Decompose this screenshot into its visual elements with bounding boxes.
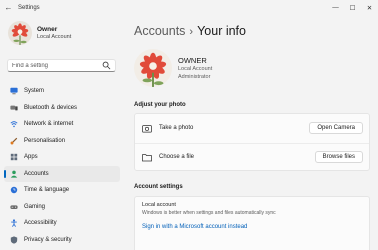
- close-button[interactable]: ✕: [361, 0, 378, 15]
- sidebar-item-label: Time & language: [24, 187, 70, 194]
- sidebar-item-label: Apps: [24, 154, 38, 161]
- folder-icon: [142, 154, 152, 162]
- sidebar-item-privacy-security[interactable]: Privacy & security: [4, 232, 120, 249]
- take-photo-label: Take a photo: [159, 125, 194, 131]
- page-title: Your info: [197, 24, 246, 38]
- microsoft-signin-link[interactable]: Sign in with a Microsoft account instead: [142, 224, 247, 230]
- account-settings-card: Local account Windows is better when set…: [134, 196, 370, 250]
- sidebar-item-label: System: [24, 88, 45, 95]
- search-input[interactable]: [12, 60, 102, 71]
- camera-icon: [142, 125, 152, 133]
- avatar: [8, 21, 32, 45]
- sidebar-item-accounts[interactable]: Accounts: [4, 165, 120, 182]
- sidebar-item-label: Bluetooth & devices: [24, 104, 78, 111]
- breadcrumb: Accounts › Your info: [134, 24, 246, 38]
- bluetooth-icon: [10, 104, 18, 112]
- search-box[interactable]: [7, 59, 116, 72]
- maximize-button[interactable]: ☐: [344, 0, 361, 15]
- network-icon: [10, 120, 18, 128]
- browse-files-button[interactable]: Browse files: [314, 151, 363, 163]
- profile-role: Administrator: [178, 73, 211, 80]
- choose-file-label: Choose a file: [159, 154, 195, 160]
- window-title: Settings: [18, 4, 40, 11]
- adjust-photo-card: Take a photo Open Camera Choose a file B…: [134, 113, 370, 171]
- sidebar-item-time-language[interactable]: Time & language: [4, 182, 120, 199]
- adjust-photo-heading: Adjust your photo: [134, 102, 186, 108]
- sidebar-item-label: Gaming: [24, 203, 46, 210]
- person-icon: [10, 170, 18, 178]
- local-account-title: Local account: [142, 202, 176, 208]
- nav-list: System Bluetooth & devices Network & int…: [4, 83, 120, 248]
- account-settings-heading: Account settings: [134, 184, 183, 190]
- gamepad-icon: [10, 203, 18, 211]
- brush-icon: [10, 137, 18, 145]
- sidebar-item-personalisation[interactable]: Personalisation: [4, 133, 120, 150]
- profile-name: OWNER: [178, 56, 207, 65]
- sidebar-item-label: Accounts: [24, 170, 49, 177]
- profile-info: OWNER Local Account Administrator: [178, 56, 212, 81]
- sidebar-item-label: Network & internet: [24, 121, 74, 128]
- back-arrow-icon[interactable]: ←: [4, 3, 13, 12]
- user-account-type: Local Account: [37, 33, 72, 40]
- window-controls: — ☐ ✕: [327, 0, 378, 15]
- sidebar-item-apps[interactable]: Apps: [4, 149, 120, 166]
- choose-file-row: Choose a file Browse files: [135, 143, 369, 172]
- title-bar: ← Settings — ☐ ✕: [0, 0, 378, 15]
- breadcrumb-parent[interactable]: Accounts: [134, 24, 185, 38]
- user-name: Owner: [37, 25, 58, 33]
- main-content: Accounts ›Your info OWNER Local Account: [124, 15, 378, 250]
- sidebar-item-label: Privacy & security: [24, 236, 72, 243]
- accessibility-icon: [10, 219, 18, 228]
- open-camera-button[interactable]: Open Camera: [309, 122, 363, 134]
- shield-icon: [10, 236, 18, 244]
- sidebar-item-accessibility[interactable]: Accessibility: [4, 215, 120, 232]
- minimize-button[interactable]: —: [327, 0, 344, 15]
- globe-clock-icon: [10, 186, 18, 194]
- local-account-description: Windows is better when settings and file…: [142, 210, 276, 216]
- breadcrumb-separator: ›: [189, 26, 194, 38]
- sidebar-item-bluetooth-devices[interactable]: Bluetooth & devices: [4, 100, 120, 117]
- profile-account-type: Local Account: [178, 66, 213, 72]
- sidebar-item-gaming[interactable]: Gaming: [4, 199, 120, 216]
- sidebar-item-label: Accessibility: [24, 220, 57, 227]
- apps-icon: [10, 153, 18, 161]
- profile-picture: [134, 49, 172, 87]
- take-photo-row: Take a photo Open Camera: [135, 114, 369, 143]
- sidebar: Owner Local Account System Bluetooth & d…: [0, 15, 124, 250]
- user-card[interactable]: Owner Local Account: [8, 21, 71, 45]
- sidebar-item-network-internet[interactable]: Network & internet: [4, 116, 120, 133]
- sidebar-item-system[interactable]: System: [4, 83, 120, 100]
- monitor-icon: [10, 87, 18, 95]
- sidebar-item-label: Personalisation: [24, 137, 66, 144]
- search-icon[interactable]: [102, 61, 111, 70]
